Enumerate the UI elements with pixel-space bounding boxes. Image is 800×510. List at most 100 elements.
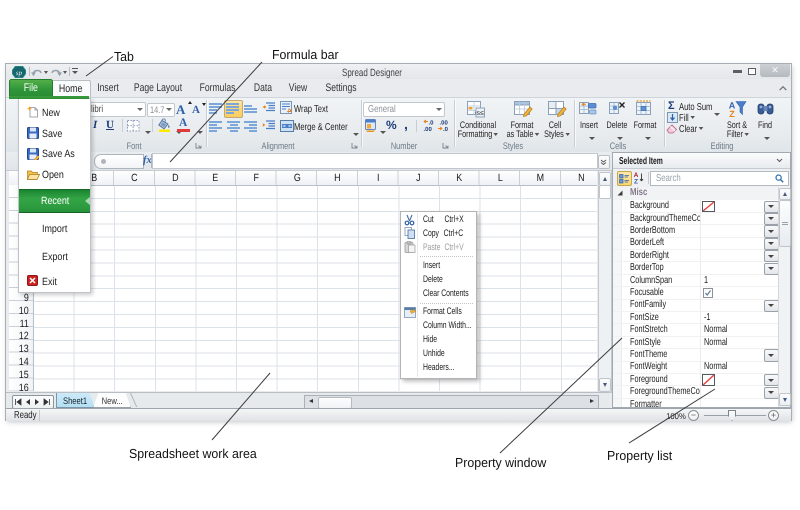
insert-cells-icon[interactable] xyxy=(578,101,597,117)
text[interactable] xyxy=(225,112,234,114)
scroll-up-button[interactable] xyxy=(779,187,791,200)
font-color-button[interactable]: A xyxy=(177,117,191,132)
label[interactable]: Exit xyxy=(42,276,57,288)
fill-label[interactable]: Fill xyxy=(679,113,695,124)
text[interactable] xyxy=(767,205,774,209)
property-name[interactable]: Foreground xyxy=(630,374,701,385)
last-sheet-icon[interactable] xyxy=(43,398,51,406)
file-menu-item-export[interactable]: Export xyxy=(19,250,90,264)
column-header-E[interactable]: E xyxy=(198,172,233,184)
file-text[interactable]: File xyxy=(24,80,38,97)
text[interactable] xyxy=(229,124,238,126)
property-row-fonttheme[interactable]: FontTheme xyxy=(613,348,778,362)
scroll-thumb[interactable] xyxy=(599,185,611,199)
text[interactable]: ForegroundThemeColor xyxy=(630,386,701,397)
property-name[interactable]: Background xyxy=(630,200,701,211)
context-menu-item-hide[interactable]: Hide xyxy=(401,333,476,347)
number-format-combo[interactable]: General xyxy=(362,102,445,117)
row-header-10[interactable]: 10 xyxy=(19,305,29,317)
property-name[interactable]: ForegroundThemeColor xyxy=(630,386,701,397)
text[interactable] xyxy=(767,254,774,258)
text[interactable]: BorderRight xyxy=(630,250,669,261)
text[interactable]: FontSize xyxy=(630,312,659,323)
format-text[interactable]: General xyxy=(368,104,396,115)
text[interactable] xyxy=(244,108,257,110)
align-top-button[interactable] xyxy=(209,103,222,114)
dropdown-caret-icon[interactable] xyxy=(197,131,203,135)
column-divider[interactable] xyxy=(700,211,701,225)
font-size-combo[interactable]: 14.7 xyxy=(147,102,175,117)
text[interactable] xyxy=(209,112,217,114)
grid-vertical-scrollbar[interactable] xyxy=(597,170,612,393)
dropdown-caret-icon[interactable] xyxy=(617,137,623,141)
text[interactable] xyxy=(767,267,774,271)
property-list[interactable]: Misc BackgroundBackgroundThemeColorBorde… xyxy=(613,186,778,407)
text[interactable] xyxy=(249,124,257,126)
row-header-14[interactable]: 14 xyxy=(19,356,29,368)
cell-styles-line2-text[interactable]: Styles xyxy=(544,129,564,140)
next-sheet-icon[interactable] xyxy=(33,398,41,406)
increase-decimal-button[interactable]: .0 .00 xyxy=(423,119,435,132)
column-header-F[interactable]: F xyxy=(239,172,274,184)
text[interactable] xyxy=(767,378,774,382)
insert-dropdown-icon[interactable] xyxy=(587,130,595,148)
property-name[interactable]: Formatter xyxy=(630,399,701,407)
align-bottom-button[interactable] xyxy=(244,103,257,114)
dropdown-caret-icon[interactable] xyxy=(534,132,540,136)
property-row-bordertop[interactable]: BorderTop xyxy=(613,261,778,275)
text[interactable] xyxy=(767,391,774,395)
prev-sheet-icon[interactable] xyxy=(24,398,32,406)
context-menu-item-column-width[interactable]: Column Width... xyxy=(401,319,476,333)
percent-style-button[interactable]: % xyxy=(386,118,397,132)
property-name[interactable]: FontFamily xyxy=(630,299,701,310)
merge-center-icon[interactable] xyxy=(280,120,294,132)
text[interactable]: BorderLeft xyxy=(630,237,664,248)
maximize-button[interactable] xyxy=(748,67,756,75)
row-header-11[interactable]: 11 xyxy=(20,318,29,330)
text[interactable] xyxy=(225,109,239,111)
alignment-dialog-launcher-icon[interactable] xyxy=(351,142,358,149)
undo-icon[interactable] xyxy=(31,68,43,77)
label[interactable]: Copy xyxy=(423,228,439,239)
format-table-line2-text[interactable]: as Table xyxy=(507,129,534,140)
label[interactable]: Import xyxy=(42,223,67,235)
minimize-button[interactable] xyxy=(733,70,742,73)
text[interactable]: Formatter xyxy=(630,399,662,407)
dropdown-caret-icon[interactable] xyxy=(137,108,143,111)
label[interactable]: Clear Contents xyxy=(423,288,469,299)
borders-button[interactable] xyxy=(127,120,140,132)
label[interactable]: Insert xyxy=(423,260,440,271)
shortcut-label[interactable]: Ctrl+C xyxy=(444,228,464,239)
column-divider[interactable] xyxy=(700,224,701,237)
property-name[interactable]: BorderBottom xyxy=(630,225,701,236)
text[interactable] xyxy=(244,111,257,113)
align-left-button[interactable] xyxy=(209,121,222,132)
category-row[interactable]: Misc xyxy=(613,186,778,200)
dropdown-caret-icon[interactable] xyxy=(435,108,442,111)
grow-font-button[interactable]: A xyxy=(176,101,192,117)
categorized-view-button[interactable] xyxy=(616,171,632,186)
text[interactable] xyxy=(767,217,774,221)
column-header-H[interactable]: H xyxy=(320,172,355,184)
column-divider[interactable] xyxy=(700,199,701,212)
text[interactable] xyxy=(225,106,239,108)
property-row-fontstretch[interactable]: FontStretch Normal xyxy=(613,323,778,337)
property-row-background[interactable]: Background xyxy=(613,199,778,213)
align-middle-icon[interactable] xyxy=(225,103,239,114)
formula-input[interactable] xyxy=(152,153,598,169)
property-value[interactable]: Normal xyxy=(704,361,728,372)
text[interactable] xyxy=(177,129,190,132)
dropdown-caret-icon[interactable] xyxy=(589,137,595,141)
text[interactable] xyxy=(782,221,788,223)
shrink-font-button[interactable]: A xyxy=(192,103,206,116)
text[interactable]: FontStyle xyxy=(630,337,661,348)
autosum-label[interactable]: Auto Sum xyxy=(679,102,712,113)
selected-item-header[interactable]: Selected Item xyxy=(613,153,790,169)
scroll-left-icon[interactable] xyxy=(309,399,313,403)
property-name[interactable]: FontSize xyxy=(630,312,701,323)
label[interactable]: Export xyxy=(42,251,68,263)
text[interactable] xyxy=(209,127,222,129)
text[interactable]: BorderTop xyxy=(630,262,664,273)
row-header-15[interactable]: 15 xyxy=(19,369,29,381)
sort-filter-icon[interactable]: A Z xyxy=(727,100,747,118)
